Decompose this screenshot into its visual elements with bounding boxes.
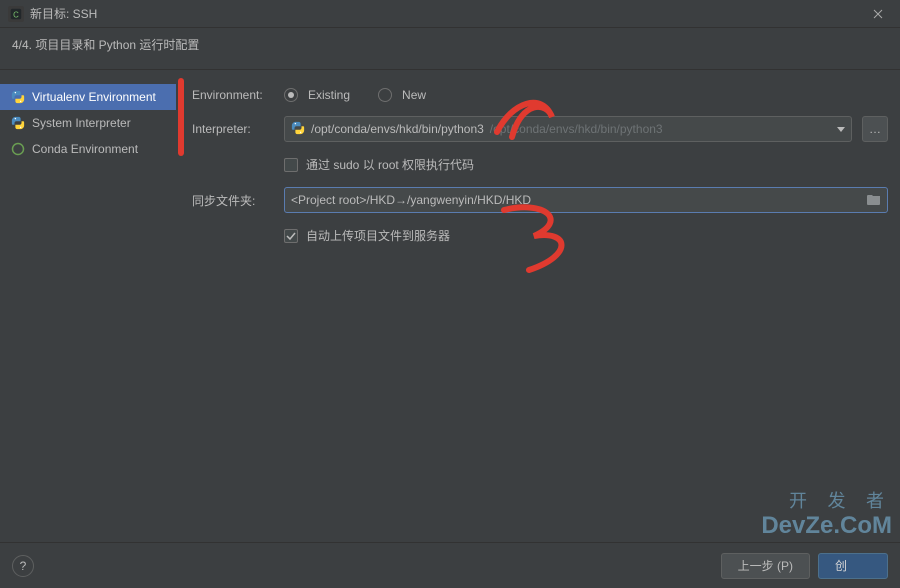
browse-interpreter-button[interactable]: …	[862, 116, 888, 142]
radio-icon	[378, 88, 392, 102]
sidebar-item-label: System Interpreter	[32, 116, 131, 130]
sync-value: <Project root>/HKD→/yangwenyin/HKD/HKD	[291, 193, 531, 207]
create-button[interactable]: 创	[818, 553, 888, 579]
sudo-label: 通过 sudo 以 root 权限执行代码	[306, 156, 474, 173]
python-icon	[10, 89, 26, 105]
close-button[interactable]	[864, 4, 892, 24]
sudo-checkbox-row[interactable]: 通过 sudo 以 root 权限执行代码	[284, 156, 888, 173]
window-title: 新目标: SSH	[30, 5, 864, 22]
svg-text:C: C	[13, 10, 19, 19]
interpreter-hint: /opt/conda/envs/hkd/bin/python3	[490, 122, 663, 136]
sidebar-item-label: Virtualenv Environment	[32, 90, 156, 104]
prev-button[interactable]: 上一步 (P)	[721, 553, 810, 579]
sidebar-item-label: Conda Environment	[32, 142, 138, 156]
titlebar: C 新目标: SSH	[0, 0, 900, 28]
sync-folder-field[interactable]: <Project root>/HKD→/yangwenyin/HKD/HKD	[284, 187, 888, 213]
auto-upload-label: 自动上传项目文件到服务器	[306, 227, 450, 244]
step-subtitle: 4/4. 项目目录和 Python 运行时配置	[0, 28, 900, 70]
radio-existing[interactable]: Existing	[284, 88, 350, 102]
auto-upload-checkbox-row[interactable]: 自动上传项目文件到服务器	[284, 227, 888, 244]
sync-label: 同步文件夹:	[192, 192, 274, 209]
environment-label: Environment:	[192, 88, 274, 102]
interpreter-value: /opt/conda/envs/hkd/bin/python3	[311, 122, 484, 136]
folder-icon[interactable]	[867, 193, 881, 208]
content-panel: Environment: Existing New Interpreter: /…	[176, 70, 900, 546]
radio-new[interactable]: New	[378, 88, 426, 102]
sidebar-item-system[interactable]: System Interpreter	[0, 110, 176, 136]
radio-icon	[284, 88, 298, 102]
interpreter-dropdown[interactable]: /opt/conda/envs/hkd/bin/python3 /opt/con…	[284, 116, 852, 142]
interpreter-label: Interpreter:	[192, 122, 274, 136]
app-icon: C	[8, 6, 24, 22]
create-label: 创	[835, 557, 847, 574]
python-icon	[291, 121, 305, 138]
chevron-down-icon	[837, 122, 845, 136]
radio-label: Existing	[308, 88, 350, 102]
prev-label: 上一步 (P)	[738, 557, 793, 574]
radio-label: New	[402, 88, 426, 102]
python-icon	[10, 115, 26, 131]
footer: ? 上一步 (P) 创	[0, 542, 900, 588]
sidebar: Virtualenv Environment System Interprete…	[0, 70, 176, 546]
help-button[interactable]: ?	[12, 555, 34, 577]
checkbox-icon	[284, 158, 298, 172]
sidebar-item-conda[interactable]: Conda Environment	[0, 136, 176, 162]
sidebar-item-virtualenv[interactable]: Virtualenv Environment	[0, 84, 176, 110]
conda-icon	[10, 141, 26, 157]
checkbox-icon	[284, 229, 298, 243]
